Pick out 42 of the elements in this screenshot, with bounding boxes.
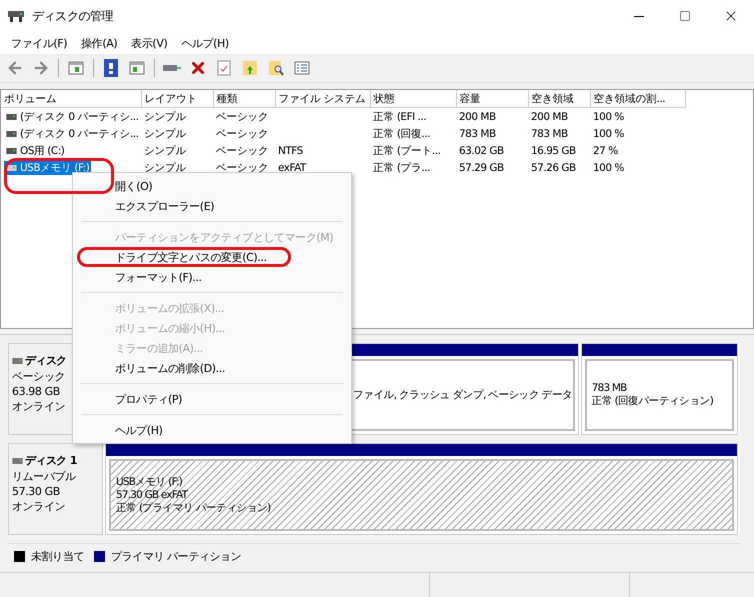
partition-text: 正常 (回復パーティション) <box>592 394 714 408</box>
table-cell-text: シンプル <box>143 126 187 142</box>
table-cell-text: 100 % <box>592 126 625 142</box>
table-cell-text: シンプル <box>143 144 187 158</box>
table-cell-text: 正常 (ブート... <box>372 144 442 158</box>
table-cell-text: 27 % <box>592 144 619 158</box>
legend-label: 未割り当て <box>31 548 84 564</box>
table-cell-text: ベーシック <box>215 144 270 158</box>
window-title: ディスクの管理 <box>32 8 114 24</box>
disk-name: ディスク 1 <box>12 453 100 468</box>
table-cell: ベーシック <box>213 108 275 125</box>
table-cell-text: 100 % <box>592 160 625 176</box>
table-cell-text: 63.02 GB <box>458 144 505 158</box>
disk-type: リムーバブル <box>12 469 77 484</box>
table-cell: 200 MB <box>456 108 528 125</box>
disk-size: 57.30 GB <box>12 485 61 498</box>
disk-status: オンライン <box>12 499 66 514</box>
table-cell-text: 57.29 GB <box>458 160 505 176</box>
partition-text: ファイル, クラッシュ ダンプ, ベーシック データ <box>353 388 571 402</box>
table-cell-text: exFAT <box>277 160 308 176</box>
table-cell-text: 783 MB <box>530 126 569 142</box>
table-cell-text: 16.95 GB <box>530 144 577 158</box>
table-cell: 200 MB <box>528 108 590 125</box>
table-cell-text: 783 MB <box>458 126 497 142</box>
table-cell-text: シンプル <box>143 160 187 176</box>
partition-text: 57.30 GB exFAT <box>116 489 189 501</box>
table-cell-text: NTFS <box>277 144 304 158</box>
disk-size: 63.98 GB <box>12 385 61 398</box>
partition-text: 正常 (プライマリ パーティション) <box>116 501 272 515</box>
table-cell-text: ベーシック <box>215 160 270 176</box>
table-cell: 100 % <box>590 108 685 125</box>
partition-text: USBメモリ (F:) <box>116 475 184 489</box>
table-cell-text: ベーシック <box>215 126 270 142</box>
partition-text: 783 MB <box>592 382 628 394</box>
disk-type: ベーシック <box>12 369 66 384</box>
table-cell: シンプル <box>141 108 213 125</box>
table-cell-text: 正常 (プラ... <box>372 160 431 176</box>
disk-status: オンライン <box>12 399 66 414</box>
table-cell-text: 正常 (回復... <box>372 126 431 142</box>
table-cell: 正常 (EFI ... <box>370 108 456 125</box>
legend-label: プライマリ パーティション <box>111 548 242 564</box>
table-cell-text: 57.26 GB <box>530 160 577 176</box>
